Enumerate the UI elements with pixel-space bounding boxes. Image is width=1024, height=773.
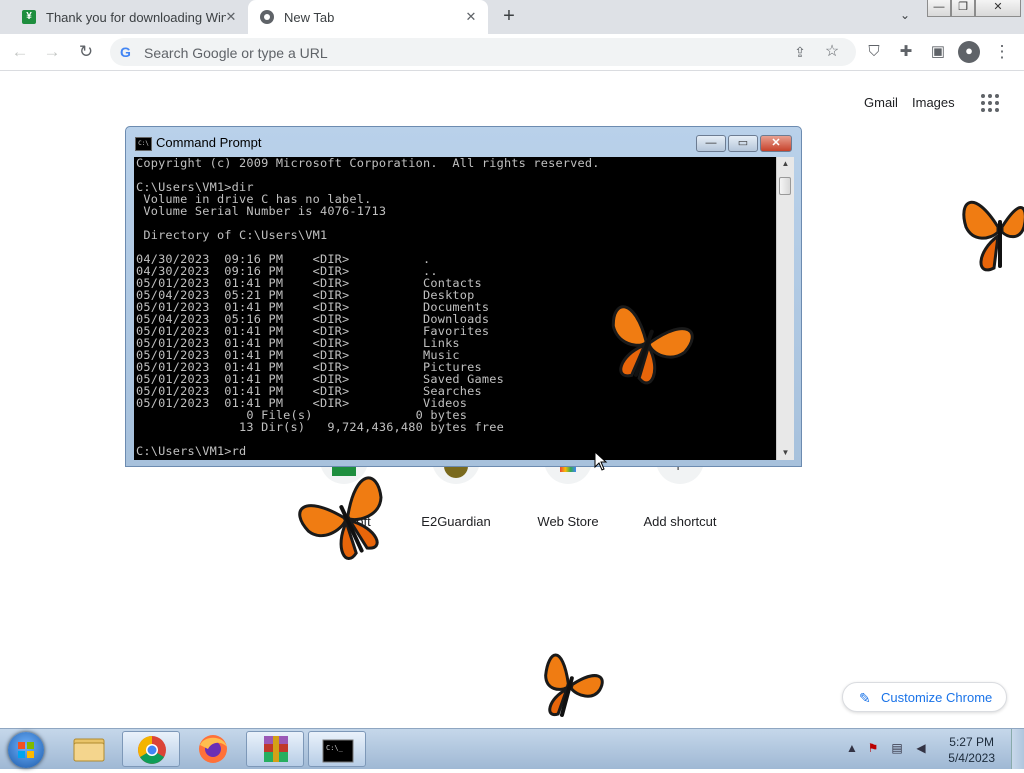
network-icon[interactable]: ▤ <box>890 741 904 755</box>
menu-kebab-icon[interactable]: ⋮ <box>992 42 1012 62</box>
shortcut-label: E2Guardian <box>421 514 491 529</box>
show-desktop-button[interactable] <box>1011 729 1024 769</box>
clock-date: 5/4/2023 <box>948 751 995 765</box>
chrome-icon <box>138 736 166 764</box>
butterfly-icon <box>611 305 694 385</box>
reload-icon[interactable]: ↻ <box>76 42 96 62</box>
tab-title: Thank you for downloading WinF <box>46 9 226 25</box>
tab-new-tab[interactable]: New Tab ✕ <box>248 0 488 34</box>
new-tab-button[interactable]: + <box>498 6 520 28</box>
tab-strip: ¥ Thank you for downloading WinF ✕ New T… <box>0 0 1024 34</box>
shortcut-label: Web Store <box>537 514 599 529</box>
tab-download[interactable]: ¥ Thank you for downloading WinF ✕ <box>8 0 248 34</box>
scroll-up-arrow-icon[interactable]: ▲ <box>777 157 794 171</box>
svg-text:C:\_: C:\_ <box>326 744 344 752</box>
cmd-window-icon: C:\ <box>135 137 152 151</box>
omnibox[interactable]: G ⇪ ☆ <box>110 38 856 66</box>
butterfly-icon <box>298 476 383 560</box>
butterfly-icon <box>962 201 1024 272</box>
close-tab-icon[interactable]: ✕ <box>224 10 238 24</box>
extensions-puzzle-icon[interactable]: ✚ <box>896 42 916 62</box>
customize-chrome-button[interactable]: ✎ Customize Chrome <box>842 682 1007 712</box>
shortcut-add[interactable]: + Add shortcut <box>625 459 735 529</box>
cmd-maximize-button[interactable]: ▭ <box>728 135 758 152</box>
taskbar-cmd[interactable]: C:\_ <box>308 731 366 767</box>
scroll-down-arrow-icon[interactable]: ▼ <box>777 446 794 460</box>
shortcut-label: Add shortcut <box>643 514 717 529</box>
taskbar-winrar[interactable] <box>246 731 304 767</box>
cmd-window-title: Command Prompt <box>156 135 262 150</box>
back-icon[interactable]: ← <box>10 42 30 62</box>
taskbar-explorer[interactable] <box>60 731 118 767</box>
apps-grid-icon[interactable] <box>981 94 999 112</box>
taskbar-clock[interactable]: 5:27 PM 5/4/2023 <box>948 734 995 766</box>
clock-time: 5:27 PM <box>949 735 994 749</box>
side-panel-icon[interactable]: ▣ <box>928 42 948 62</box>
restore-button[interactable]: ❐ <box>951 0 975 17</box>
close-tab-icon[interactable]: ✕ <box>464 10 478 24</box>
explorer-icon <box>73 738 105 762</box>
images-link[interactable]: Images <box>912 95 955 110</box>
cmd-icon: C:\_ <box>322 739 354 763</box>
mouse-cursor-icon <box>594 451 608 471</box>
console-scrollbar[interactable]: ▲ ▼ <box>776 157 794 460</box>
browser-toolbar: ← → ↻ G ⇪ ☆ ⛉ ✚ ▣ ● ⋮ <box>0 34 1024 71</box>
tray-expand-icon[interactable]: ▲ <box>845 741 859 755</box>
start-button[interactable] <box>8 732 44 768</box>
profile-avatar-icon[interactable]: ● <box>958 41 980 63</box>
butterfly-icon <box>544 653 604 717</box>
share-icon[interactable]: ⇪ <box>790 42 810 62</box>
taskbar: C:\_ ▲ ⚑ ▤ ◀ 5:27 PM 5/4/2023 <box>0 728 1024 769</box>
tab-search-chevron-icon[interactable]: ⌄ <box>896 8 914 26</box>
taskbar-chrome[interactable] <box>122 731 180 767</box>
cmd-minimize-button[interactable]: — <box>696 135 726 152</box>
gmail-link[interactable]: Gmail <box>864 95 898 110</box>
pencil-icon: ✎ <box>859 690 871 706</box>
forward-icon[interactable]: → <box>42 42 62 62</box>
cmd-close-button[interactable]: ✕ <box>760 135 792 152</box>
download-site-icon: ¥ <box>22 10 36 24</box>
shortcut-e2guardian[interactable]: E2Guardian <box>401 460 511 529</box>
volume-icon[interactable]: ◀ <box>914 741 928 755</box>
chrome-icon <box>260 10 274 24</box>
command-prompt-window[interactable]: C:\ Command Prompt — ▭ ✕ Copyright (c) 2… <box>125 126 802 467</box>
winrar-icon <box>264 736 288 762</box>
google-g-icon: G <box>120 44 131 60</box>
action-center-flag-icon[interactable]: ⚑ <box>866 741 880 755</box>
windows-logo-icon <box>18 742 34 758</box>
omnibox-input[interactable] <box>142 42 766 64</box>
taskbar-firefox[interactable] <box>184 731 242 767</box>
tab-title: New Tab <box>284 9 335 25</box>
customize-label: Customize Chrome <box>881 690 993 705</box>
shield-extension-icon[interactable]: ⛉ <box>864 42 884 62</box>
minimize-button[interactable]: — <box>927 0 951 17</box>
bookmark-star-icon[interactable]: ☆ <box>822 42 842 62</box>
firefox-icon <box>199 735 227 763</box>
scroll-thumb[interactable] <box>779 177 791 195</box>
close-window-button[interactable]: ✕ <box>975 0 1021 17</box>
